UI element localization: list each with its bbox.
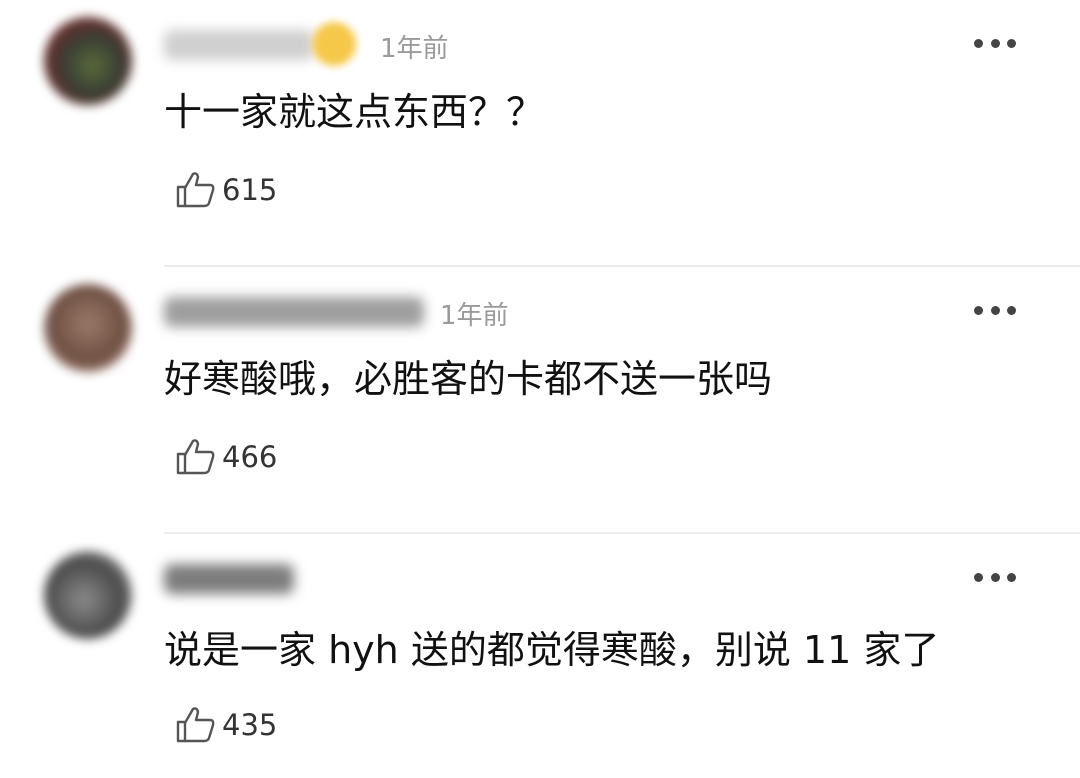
comment-text: 十一家就这点东西？？ bbox=[164, 90, 545, 134]
comment-text: 好寒酸哦，必胜客的卡都不送一张吗 bbox=[164, 357, 773, 401]
comment-item-1: 1年前 十一家就这点东西？？ 615 bbox=[0, 0, 1080, 267]
like-button[interactable]: 466 bbox=[174, 434, 277, 480]
like-count: 615 bbox=[222, 173, 278, 207]
more-dots-icon[interactable] bbox=[974, 38, 1016, 48]
username-blurred[interactable] bbox=[164, 297, 424, 327]
thumbs-up-icon bbox=[176, 439, 215, 475]
comment-item-3: 说是一家 hyh 送的都觉得寒酸，别说 11 家了 435 bbox=[0, 534, 1080, 778]
timestamp: 1年前 bbox=[380, 34, 449, 64]
username-blurred[interactable] bbox=[164, 30, 314, 60]
more-dots-icon[interactable] bbox=[974, 572, 1016, 582]
avatar[interactable] bbox=[44, 17, 132, 105]
like-button[interactable]: 435 bbox=[174, 702, 277, 748]
like-count: 435 bbox=[222, 708, 278, 742]
comment-text: 说是一家 hyh 送的都觉得寒酸，别说 11 家了 bbox=[164, 628, 940, 672]
comment-item-2: 1年前 好寒酸哦，必胜客的卡都不送一张吗 466 bbox=[0, 267, 1080, 534]
avatar[interactable] bbox=[44, 284, 132, 372]
username-blurred[interactable] bbox=[164, 564, 294, 594]
thumbs-up-icon bbox=[176, 172, 215, 208]
like-count: 466 bbox=[222, 440, 278, 474]
more-dots-icon[interactable] bbox=[974, 305, 1016, 315]
timestamp: 1年前 bbox=[440, 301, 509, 331]
thumbs-up-icon bbox=[176, 707, 215, 743]
like-button[interactable]: 615 bbox=[174, 167, 277, 213]
avatar[interactable] bbox=[44, 551, 132, 639]
heart-badge-icon bbox=[312, 22, 356, 66]
